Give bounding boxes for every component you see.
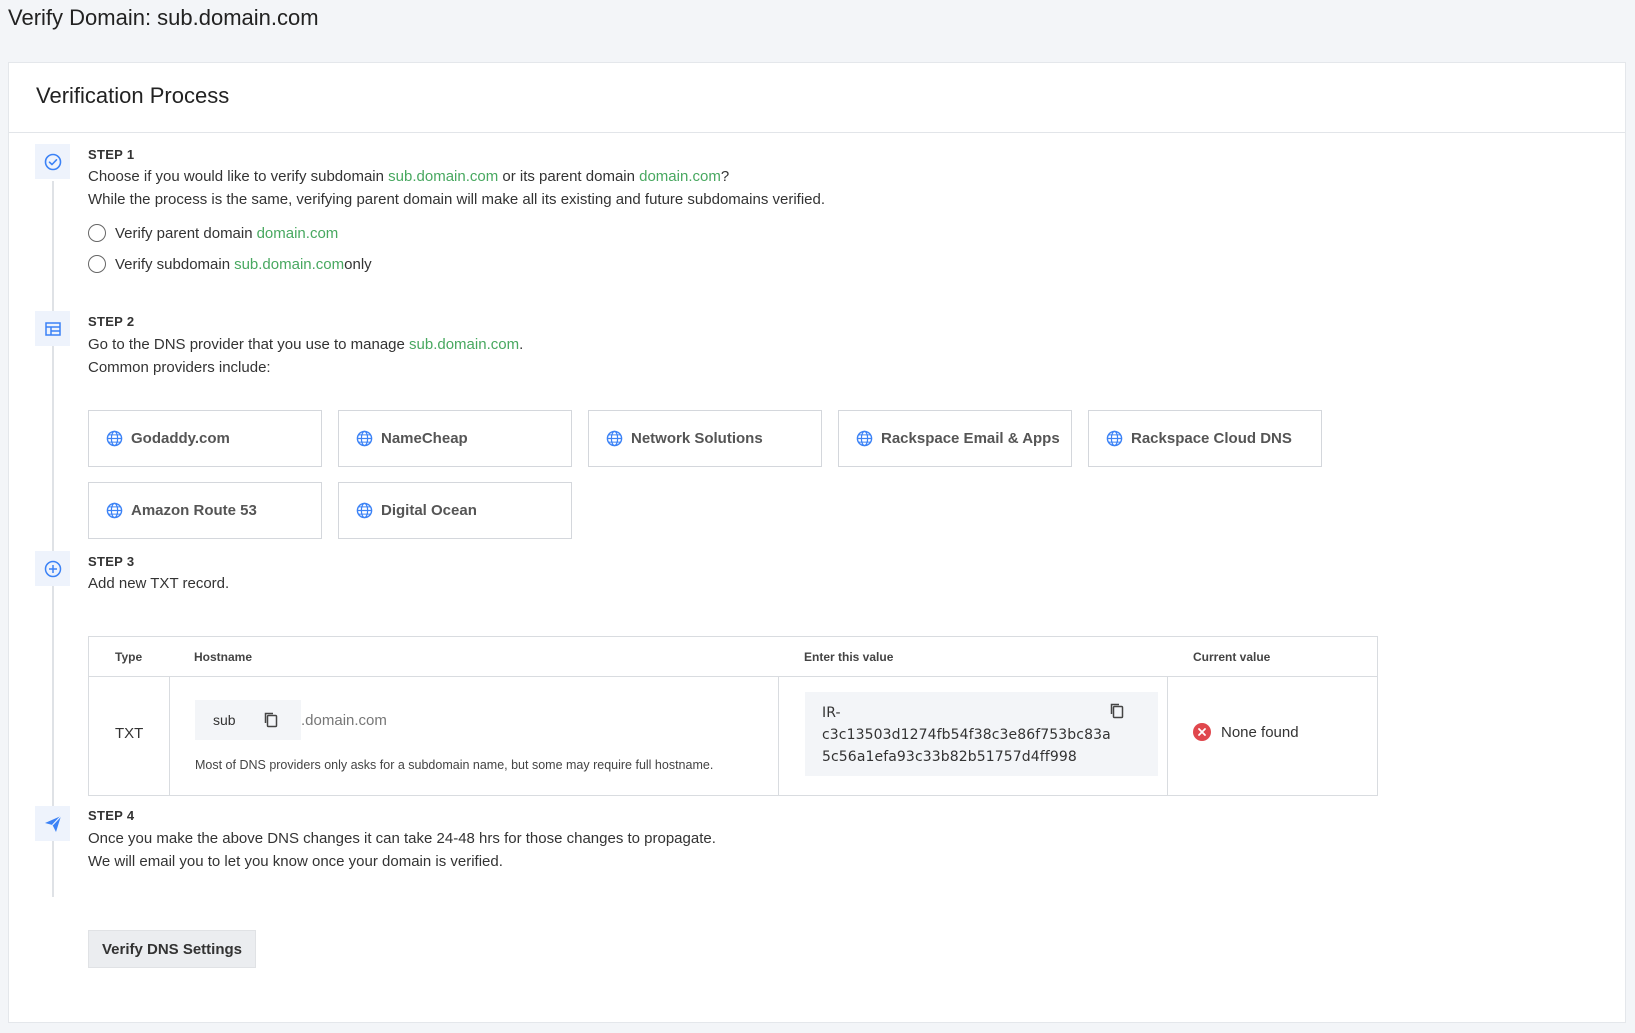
radio-domain: sub.domain.com (234, 255, 345, 273)
table-icon (35, 311, 70, 346)
step-1-description: Choose if you would like to verify subdo… (88, 165, 825, 188)
column-divider (778, 676, 779, 796)
check-circle-icon (35, 144, 70, 179)
txt-value-line: IR- (822, 705, 841, 721)
radio-label: Verify subdomain (115, 255, 231, 273)
step-2-label: STEP 2 (88, 314, 135, 329)
verification-card: Verification Process STEP 1 Choose if yo… (8, 62, 1626, 1023)
txt-value-line: c3c13503d1274fb54f38c3e86f753bc83a (822, 727, 1111, 743)
radio-verify-parent[interactable]: Verify parent domain domain.com (88, 222, 825, 244)
step-2-description: Go to the DNS provider that you use to m… (88, 333, 523, 356)
step-1-text: Choose if you would like to verify subdo… (88, 168, 389, 185)
copy-icon[interactable] (1109, 702, 1125, 720)
provider-button[interactable]: Rackspace Email & Apps (838, 410, 1072, 467)
globe-icon (106, 502, 123, 519)
dns-record-table: Type Hostname Enter this value Current v… (88, 636, 1378, 796)
hostname-hint: Most of DNS providers only asks for a su… (195, 758, 714, 772)
hostname-cell: sub .domain.com Most of DNS providers on… (195, 700, 775, 780)
globe-icon (606, 430, 623, 447)
step-4-line-2: We will email you to let you know once y… (88, 853, 503, 870)
provider-name: Rackspace Email & Apps (881, 430, 1060, 447)
provider-button[interactable]: Godaddy.com (88, 410, 322, 467)
radio-circle[interactable] (88, 224, 106, 242)
provider-name: Network Solutions (631, 430, 763, 447)
provider-button[interactable]: NameCheap (338, 410, 572, 467)
provider-name: Rackspace Cloud DNS (1131, 430, 1292, 447)
radio-domain: domain.com (256, 224, 339, 242)
globe-icon (856, 430, 873, 447)
txt-value-box: IR- c3c13503d1274fb54f38c3e86f753bc83a 5… (805, 692, 1158, 776)
step-4-line-1: Once you make the above DNS changes it c… (88, 830, 716, 847)
step-1-text-end: ? (720, 168, 730, 185)
step-2-text-end: . (519, 336, 524, 353)
subdomain-text: sub.domain.com (409, 336, 520, 353)
column-divider (169, 676, 170, 796)
step-2-text: Go to the DNS provider that you use to m… (88, 336, 410, 353)
x-circle-icon (1193, 723, 1211, 741)
timeline-line (52, 181, 54, 897)
globe-icon (356, 430, 373, 447)
provider-name: Amazon Route 53 (131, 502, 257, 519)
step-1: STEP 1 Choose if you would like to verif… (88, 147, 825, 275)
radio-label: Verify parent domain (115, 224, 253, 242)
verify-dns-settings-button[interactable]: Verify DNS Settings (88, 930, 256, 968)
hostname-sub: sub (213, 712, 236, 728)
hostname-suffix: .domain.com (301, 712, 387, 729)
current-value-status: None found (1193, 723, 1299, 741)
page-title: Verify Domain: sub.domain.com (8, 5, 319, 30)
globe-icon (356, 502, 373, 519)
provider-button[interactable]: Amazon Route 53 (88, 482, 322, 539)
parent-domain-text: domain.com (639, 168, 721, 185)
radio-verify-subdomain[interactable]: Verify subdomain sub.domain.com only (88, 253, 825, 275)
provider-name: Digital Ocean (381, 502, 477, 519)
globe-icon (106, 430, 123, 447)
current-value-text: None found (1221, 723, 1299, 741)
column-divider (1167, 676, 1168, 796)
step-4: STEP 4 Once you make the above DNS chang… (88, 808, 716, 873)
step-1-label: STEP 1 (88, 147, 135, 162)
step-3-label: STEP 3 (88, 554, 135, 569)
plus-circle-icon (35, 551, 70, 586)
header-hostname: Hostname (194, 650, 253, 664)
table-divider (89, 676, 1377, 677)
radio-label-end: only (344, 255, 372, 273)
header-current: Current value (1193, 650, 1271, 664)
provider-button[interactable]: Rackspace Cloud DNS (1088, 410, 1322, 467)
step-3: STEP 3 Add new TXT record. (88, 554, 229, 595)
step-1-note: While the process is the same, verifying… (88, 191, 826, 208)
txt-value-line: 5c56a1efa93c33b82b51757d4ff998 (822, 749, 1077, 765)
subdomain-text: sub.domain.com (388, 168, 499, 185)
card-title: Verification Process (36, 83, 230, 108)
card-header: Verification Process (9, 63, 1625, 133)
step-4-label: STEP 4 (88, 808, 135, 823)
step-1-text-mid: or its parent domain (498, 168, 640, 185)
step-2-note: Common providers include: (88, 359, 271, 376)
provider-button[interactable]: Network Solutions (588, 410, 822, 467)
header-value: Enter this value (804, 650, 894, 664)
globe-icon (1106, 430, 1123, 447)
send-icon (35, 806, 70, 841)
record-type: TXT (115, 725, 144, 742)
step-3-description: Add new TXT record. (88, 575, 230, 592)
step-2: STEP 2 Go to the DNS provider that you u… (88, 314, 523, 379)
copy-icon[interactable] (263, 711, 279, 729)
provider-button[interactable]: Digital Ocean (338, 482, 572, 539)
provider-name: Godaddy.com (131, 430, 230, 447)
header-type: Type (115, 650, 143, 664)
hostname-sub-box: sub (195, 700, 301, 740)
radio-circle[interactable] (88, 255, 106, 273)
provider-name: NameCheap (381, 430, 468, 447)
